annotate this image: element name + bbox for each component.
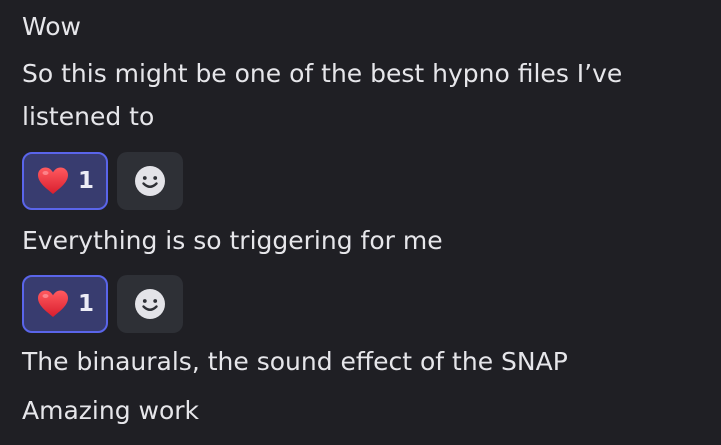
smiley-face-icon: [135, 289, 165, 319]
reaction-count: 1: [77, 168, 94, 194]
smiley-face-icon: [135, 166, 165, 196]
heart-emoji-icon: [37, 167, 68, 194]
message-text: So this might be one of the best hypno f…: [22, 59, 623, 88]
message-text: Amazing work: [22, 396, 200, 425]
reaction-count: 1: [77, 291, 94, 317]
heart-reaction-button[interactable]: 1: [22, 275, 108, 333]
add-reaction-button[interactable]: [117, 275, 183, 333]
message-text: The binaurals, the sound effect of the S…: [22, 347, 568, 376]
message-text: Everything is so triggering for me: [22, 226, 443, 255]
reaction-bar: 1: [22, 275, 183, 333]
heart-reaction-button[interactable]: 1: [22, 152, 108, 210]
message-text: Wow: [22, 12, 81, 41]
message-text: listened to: [22, 102, 155, 131]
add-reaction-button[interactable]: [117, 152, 183, 210]
reaction-bar: 1: [22, 152, 183, 210]
heart-emoji-icon: [37, 290, 68, 317]
